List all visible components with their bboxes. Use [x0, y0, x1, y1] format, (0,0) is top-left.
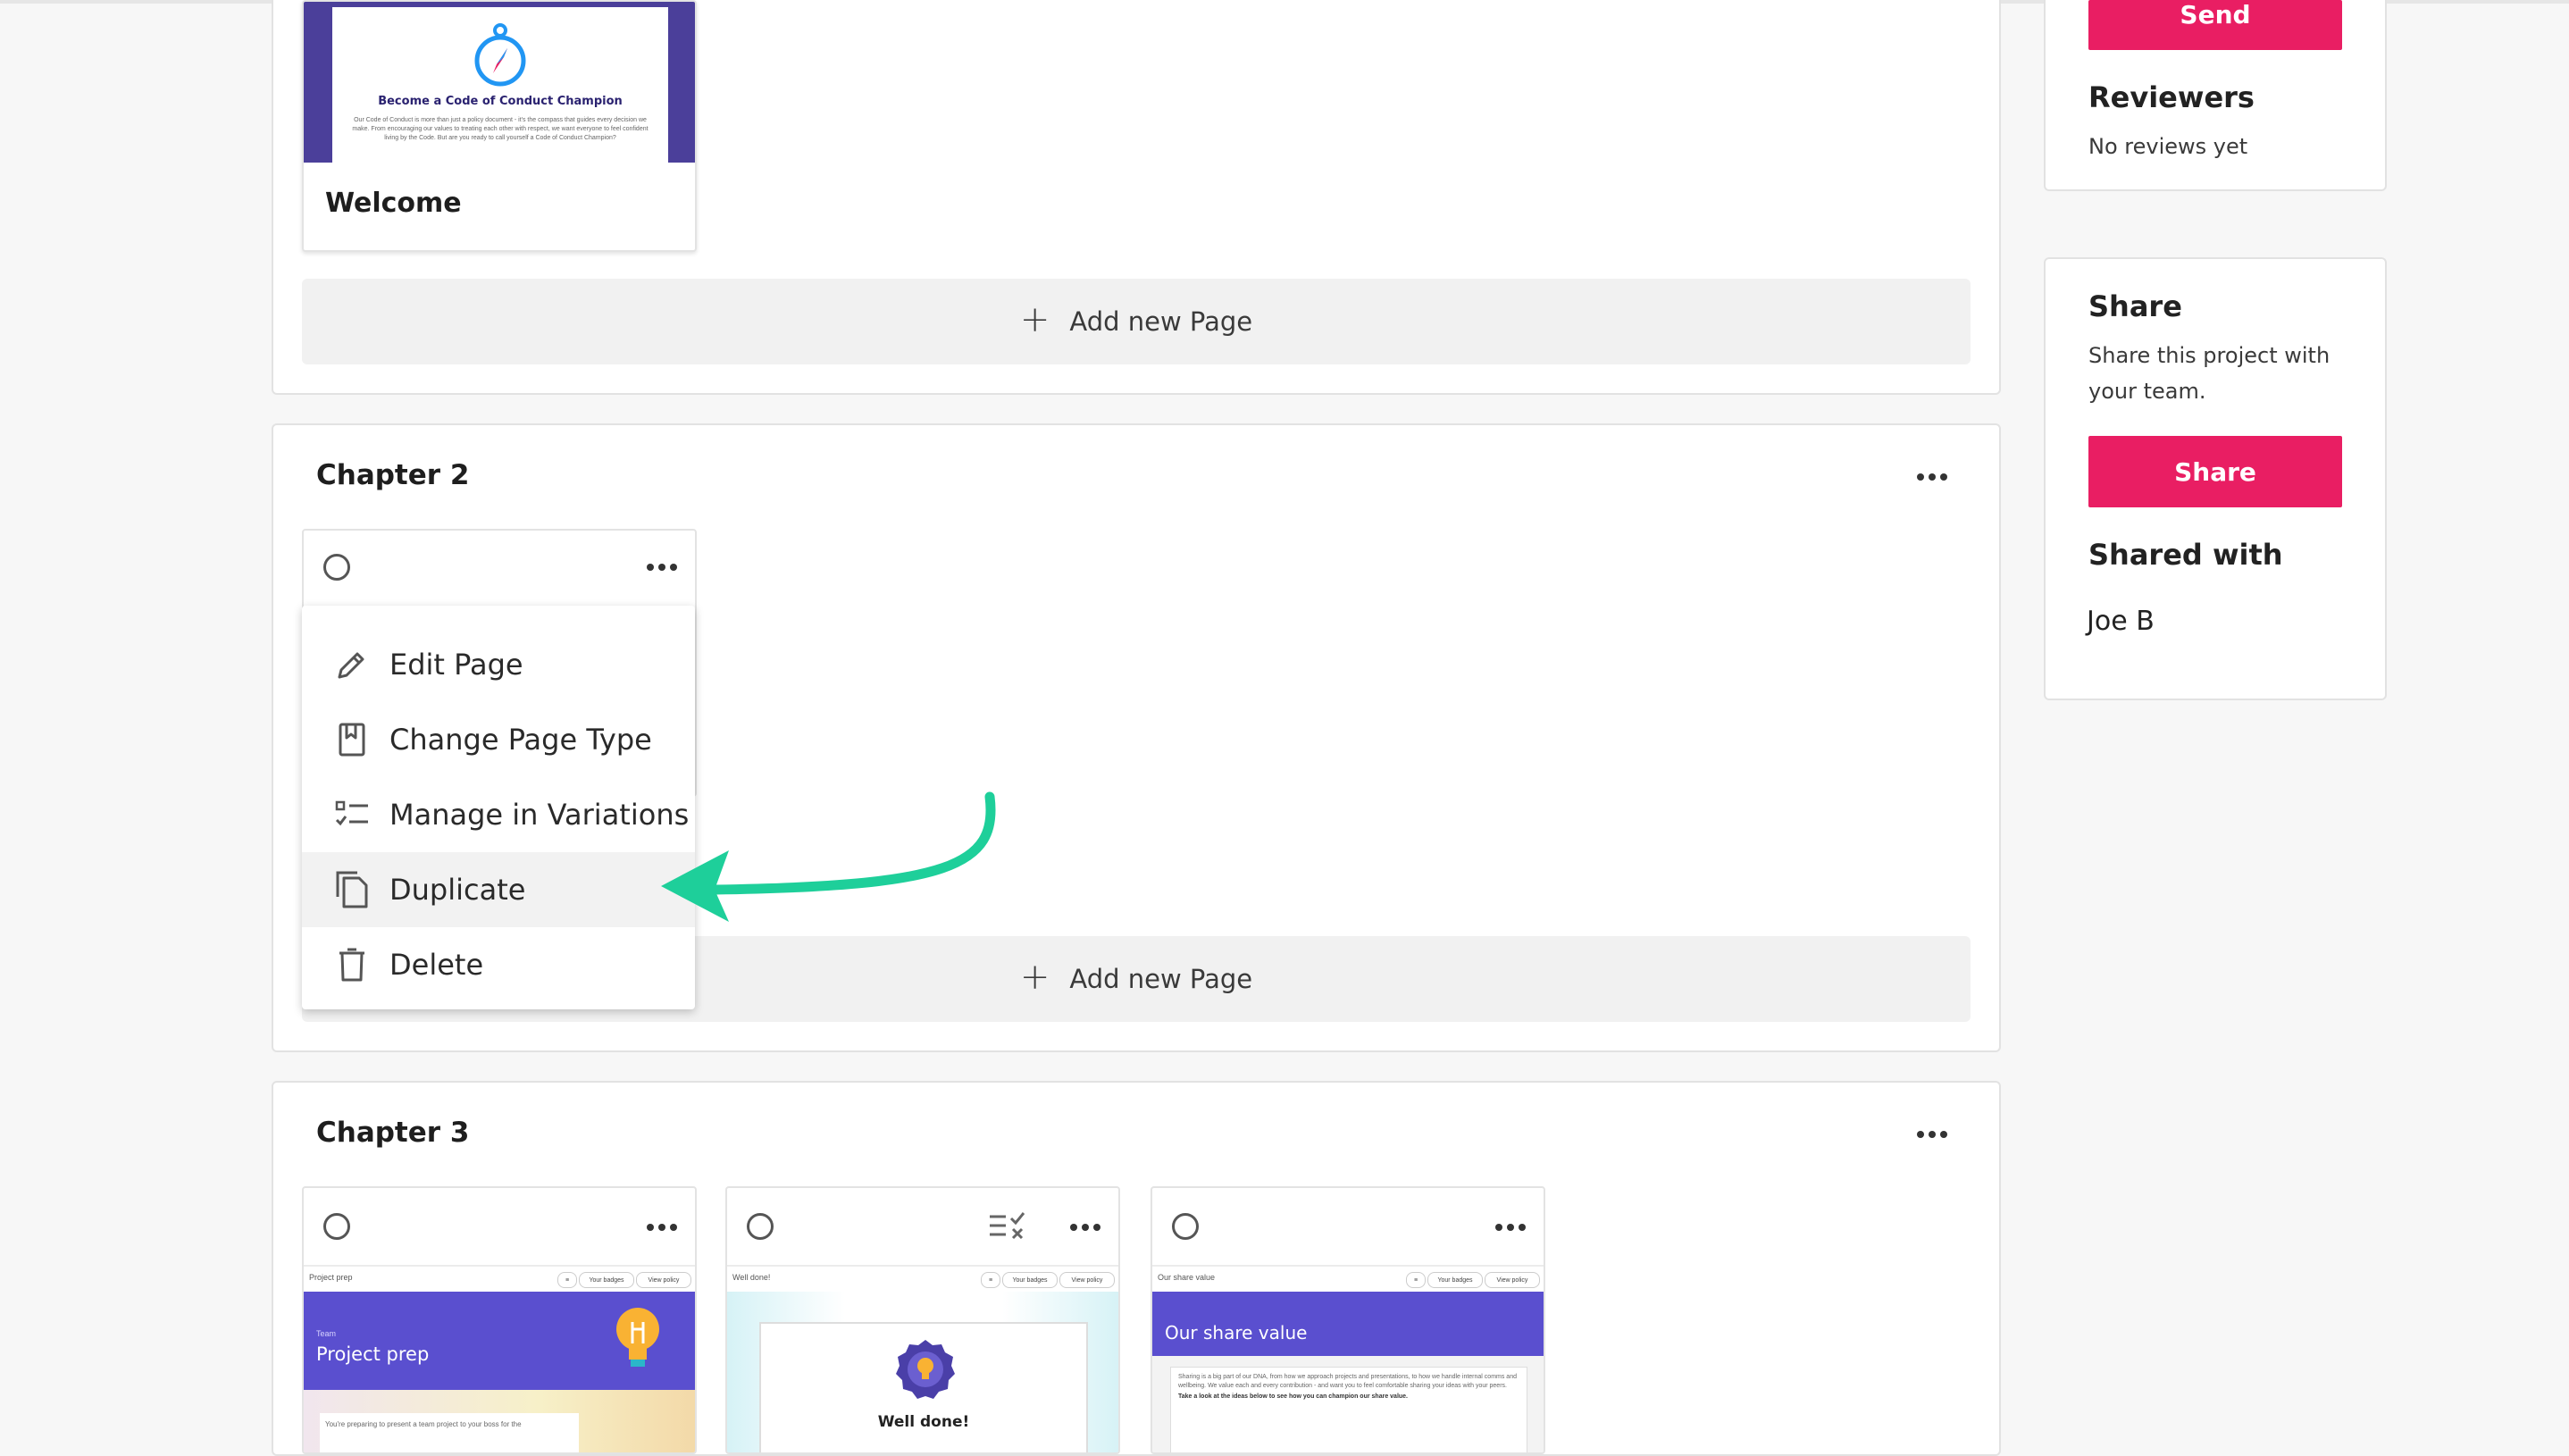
- thumb-header: Our share value ≡ Your badges View polic…: [1152, 1265, 1544, 1293]
- thumb-header: Well done! ≡ Your badges View policy: [727, 1265, 1118, 1293]
- thumb-banner: Our share value: [1152, 1292, 1544, 1356]
- chapter-3-page-card-1[interactable]: Project prep ≡ Your badges View policy T…: [302, 1186, 697, 1454]
- menu-item-label: Edit Page: [389, 648, 523, 682]
- welcome-thumb-title: Become a Code of Conduct Champion: [378, 95, 623, 108]
- select-radio[interactable]: [323, 554, 350, 581]
- shared-with-user: Joe B: [2087, 606, 2155, 637]
- thumb-body-text: Sharing is a big part of our DNA, from h…: [1178, 1374, 1517, 1389]
- select-radio[interactable]: [1172, 1213, 1199, 1240]
- bookmark-page-icon: [331, 718, 373, 761]
- share-description-line2: your team.: [2088, 379, 2206, 404]
- thumb-bg: Well done!: [727, 1292, 1118, 1452]
- chapter-3-more-icon[interactable]: [1917, 1131, 1947, 1138]
- add-new-page-button-ch1[interactable]: + Add new Page: [302, 279, 1971, 364]
- banner-title: Project prep: [316, 1343, 430, 1365]
- menu-item-label: Duplicate: [389, 873, 526, 907]
- chapter-2-title: Chapter 2: [316, 459, 470, 491]
- add-new-page-label: Add new Page: [1069, 964, 1253, 994]
- menu-item-label: Delete: [389, 948, 484, 982]
- trash-icon: [331, 943, 373, 986]
- menu-item-change-page-type[interactable]: Change Page Type: [302, 702, 695, 777]
- thumb-banner: Team Project prep: [304, 1292, 695, 1390]
- page-more-icon[interactable]: [647, 564, 677, 571]
- welcome-page-card[interactable]: Become a Code of Conduct Champion Our Co…: [302, 0, 697, 252]
- plus-icon: +: [1019, 299, 1050, 340]
- share-button[interactable]: Share: [2088, 436, 2342, 507]
- well-done-box: Well done!: [759, 1322, 1088, 1452]
- page-more-icon[interactable]: [1070, 1224, 1100, 1231]
- thumb-body: Sharing is a big part of our DNA, from h…: [1152, 1356, 1544, 1452]
- thumb-menu-button: ≡: [981, 1272, 1000, 1288]
- send-button[interactable]: Send: [2088, 0, 2342, 50]
- chapter-3-title: Chapter 3: [316, 1117, 470, 1149]
- banner-title: Our share value: [1165, 1322, 1308, 1343]
- thumb-header: Project prep ≡ Your badges View policy: [304, 1265, 695, 1293]
- select-radio[interactable]: [747, 1213, 774, 1240]
- page-more-icon[interactable]: [647, 1224, 677, 1231]
- thumb-policy-button: View policy: [1485, 1272, 1540, 1288]
- menu-item-delete[interactable]: Delete: [302, 927, 695, 1002]
- well-done-title: Well done!: [877, 1413, 970, 1431]
- thumb-body-text: You're preparing to present a team proje…: [320, 1413, 579, 1452]
- welcome-thumbnail: Become a Code of Conduct Champion Our Co…: [304, 2, 695, 163]
- thumb-badges-button: Your badges: [1427, 1272, 1483, 1288]
- thumb-bar-label: Our share value: [1158, 1273, 1216, 1282]
- share-title: Share: [2088, 289, 2182, 323]
- welcome-thumb-body: Our Code of Conduct is more than just a …: [352, 117, 649, 141]
- plus-icon: +: [1019, 957, 1050, 998]
- share-description-line1: Share this project with: [2088, 343, 2331, 368]
- thumb-menu-button: ≡: [557, 1272, 577, 1288]
- pencil-icon: [331, 643, 373, 686]
- thumb-bar-label: Well done!: [732, 1273, 771, 1282]
- chapter-3-page-card-3[interactable]: Our share value ≡ Your badges View polic…: [1151, 1186, 1545, 1454]
- welcome-card-title: Welcome: [325, 188, 462, 219]
- chapter-2-more-icon[interactable]: [1917, 473, 1947, 481]
- lightbulb-icon: [616, 1308, 659, 1367]
- menu-item-edit-page[interactable]: Edit Page: [302, 627, 695, 702]
- copy-icon: [331, 868, 373, 911]
- menu-item-duplicate[interactable]: Duplicate: [302, 852, 695, 927]
- menu-item-manage-in-variations[interactable]: Manage in Variations: [302, 777, 695, 852]
- thumb-policy-button: View policy: [1059, 1272, 1115, 1288]
- thumb-body-bold: Take a look at the ideas below to see ho…: [1178, 1393, 1408, 1400]
- thumb-badges-button: Your badges: [1002, 1272, 1058, 1288]
- thumb-body-box: Sharing is a big part of our DNA, from h…: [1170, 1367, 1527, 1452]
- thumb-policy-button: View policy: [636, 1272, 691, 1288]
- thumb-bar-label: Project prep: [309, 1273, 353, 1282]
- checklist-icon: [331, 793, 373, 836]
- shared-with-title: Shared with: [2088, 538, 2283, 572]
- page-context-menu: Edit Page Change Page Type Manage in Var…: [302, 606, 695, 1009]
- thumb-photo: You're preparing to present a team proje…: [304, 1390, 695, 1452]
- thumb-badges-button: Your badges: [579, 1272, 634, 1288]
- chapter-3-page-card-2[interactable]: Well done! ≡ Your badges View policy Wel…: [725, 1186, 1120, 1454]
- menu-item-label: Change Page Type: [389, 723, 652, 757]
- banner-small-label: Team: [316, 1329, 337, 1338]
- thumb-menu-button: ≡: [1406, 1272, 1426, 1288]
- badge-icon: [896, 1340, 955, 1399]
- select-radio[interactable]: [323, 1213, 350, 1240]
- annotation-arrow: [661, 791, 996, 922]
- variations-icon[interactable]: [988, 1211, 1027, 1242]
- reviewers-status: No reviews yet: [2088, 134, 2248, 159]
- add-new-page-label: Add new Page: [1069, 306, 1253, 337]
- compass-icon: [474, 23, 526, 87]
- reviewers-title: Reviewers: [2088, 80, 2255, 114]
- page-more-icon[interactable]: [1495, 1224, 1526, 1231]
